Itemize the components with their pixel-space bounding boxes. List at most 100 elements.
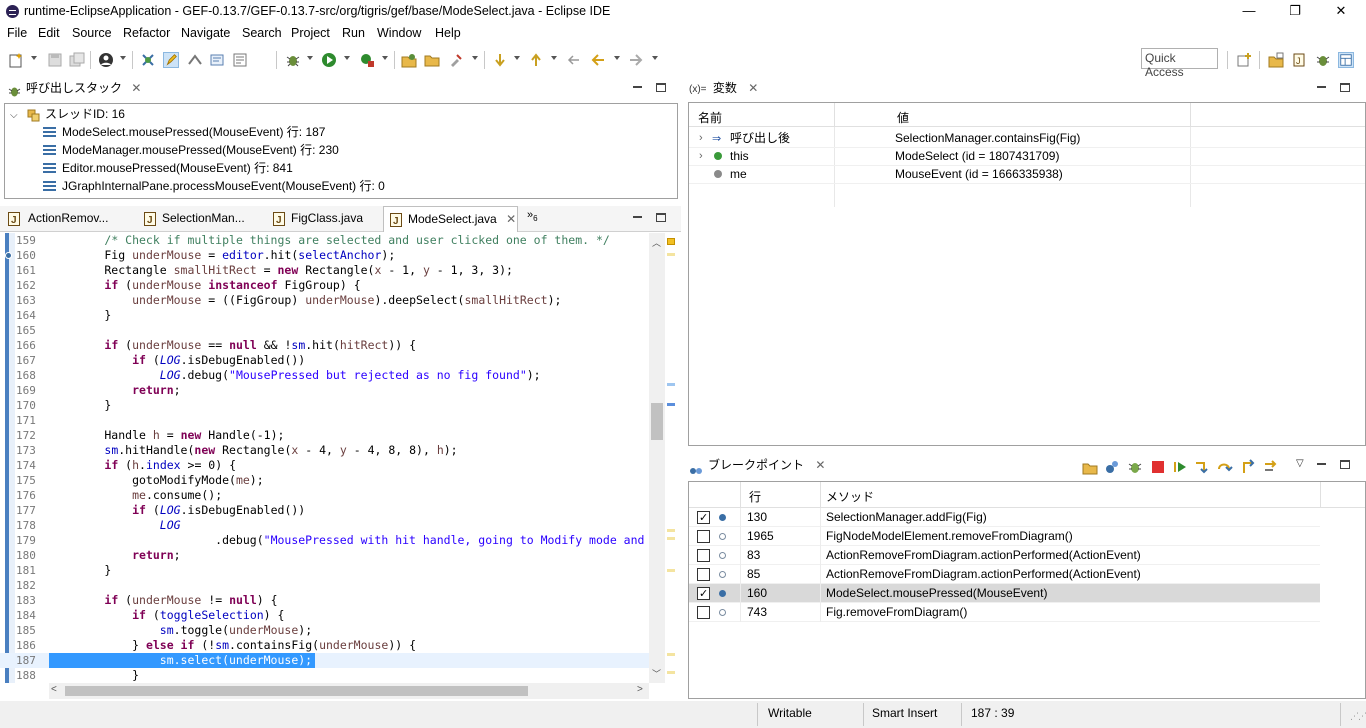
forward-icon[interactable] [628,52,644,68]
open-type-dropdown-icon[interactable] [472,56,478,60]
overview-marker[interactable] [667,383,675,386]
minimize-editor-icon[interactable] [633,216,642,218]
minimize-view-icon[interactable] [633,86,642,88]
save-icon[interactable] [47,52,63,68]
stack-frame[interactable]: Editor.mousePressed(MouseEvent) 行: 841 [43,159,293,177]
external-tools-icon[interactable] [359,52,375,68]
editor-vscrollbar[interactable]: ︿ ﹀ [649,233,665,683]
step-return-icon[interactable] [1240,459,1256,475]
breakpoint-row[interactable]: 130 SelectionManager.addFig(Fig) [689,508,1320,527]
column-line[interactable]: 行 [749,488,761,505]
close-tab-icon[interactable]: ✕ [131,81,141,95]
layout-perspective-icon[interactable] [1338,52,1354,68]
back-dropdown-icon[interactable] [614,56,620,60]
breakpoint-row[interactable]: 83 ActionRemoveFromDiagram.actionPerform… [689,546,1320,565]
resize-grip-icon[interactable]: ⋰⋰ [1350,711,1366,722]
previous-annotation-icon[interactable] [528,52,544,68]
overview-marker[interactable] [667,653,675,656]
editor-vscroll-thumb[interactable] [651,403,663,440]
show-supported-icon[interactable] [1082,459,1098,475]
overview-marker[interactable] [667,569,675,572]
restore-button[interactable]: ❐ [1272,0,1318,23]
new-package-icon[interactable] [401,52,417,68]
toggle-mark-icon[interactable] [187,52,203,68]
column-method[interactable]: メソッド [826,488,874,505]
breakpoint-checkbox[interactable] [697,509,710,527]
close-tab-icon[interactable]: ✕ [815,458,825,472]
editor-tab-active[interactable]: ModeSelect.java ✕ [383,206,518,234]
editor-hscroll-thumb[interactable] [65,686,528,696]
close-tab-icon[interactable]: ✕ [748,81,758,95]
scroll-up-icon[interactable]: ︿ [652,236,661,249]
menu-edit[interactable]: Edit [38,26,60,40]
open-type-icon[interactable] [448,52,464,68]
scroll-right-icon[interactable]: > [637,684,643,695]
terminate-icon[interactable] [1150,459,1166,475]
back-icon[interactable] [590,52,606,68]
breakpoint-checkbox[interactable] [697,530,710,543]
view-menu-icon[interactable]: ▽ [1296,458,1304,469]
new-icon[interactable] [8,52,24,68]
highlight-icon[interactable] [163,52,179,68]
callstack-tab[interactable]: 呼び出しスタック ✕ [8,76,141,100]
menu-file[interactable]: File [7,26,27,40]
open-perspective-icon[interactable] [1237,52,1253,68]
variable-row[interactable]: › ⇒ 呼び出し後 SelectionManager.containsFig(F… [689,129,1365,148]
scroll-down-icon[interactable]: ﹀ [652,667,661,680]
close-tab-icon[interactable]: ✕ [506,212,516,226]
run-dropdown-icon[interactable] [344,56,350,60]
run-icon[interactable] [321,52,337,68]
breakpoint-row[interactable]: 743 Fig.removeFromDiagram() [689,603,1320,622]
next-annotation-icon[interactable] [492,52,508,68]
step-into-icon[interactable] [1194,459,1210,475]
breakpoints-tab[interactable]: ブレークポイント ✕ [689,453,825,477]
variable-row[interactable]: me MouseEvent (id = 1666335938) [689,165,1365,184]
variables-tab[interactable]: (x)= 変数 ✕ [689,76,758,100]
next-annotation-dropdown-icon[interactable] [514,56,520,60]
code-editor[interactable]: 159 /* Check if multiple things are sele… [0,232,665,683]
menu-search[interactable]: Search [242,26,282,40]
scroll-left-icon[interactable]: < [51,684,57,695]
maximize-view-icon[interactable] [1340,83,1350,92]
menu-window[interactable]: Window [377,26,421,40]
breakpoint-row-selected[interactable]: 160 ModeSelect.mousePressed(MouseEvent) [689,584,1320,603]
stack-frame[interactable]: ModeManager.mousePressed(MouseEvent) 行: … [43,141,339,159]
maximize-editor-icon[interactable] [656,213,666,222]
drop-to-frame-icon[interactable] [1263,459,1279,475]
resume-icon[interactable] [1172,459,1188,475]
breakpoint-checkbox[interactable] [697,585,710,603]
thread-node[interactable]: ⌵ スレッドID: 16 [10,105,125,123]
save-all-icon[interactable] [69,52,85,68]
expand-chevron-icon[interactable]: ⌵ [10,110,18,121]
minimize-view-icon[interactable] [1317,86,1326,88]
menu-run[interactable]: Run [342,26,365,40]
breakpoint-row[interactable]: 1965 FigNodeModelElement.removeFromDiagr… [689,527,1320,546]
editor-tab[interactable]: SelectionMan... [138,206,266,233]
quick-access-input[interactable]: Quick Access [1141,48,1218,79]
open-folder-icon[interactable] [424,52,440,68]
minimize-view-icon[interactable] [1317,463,1326,465]
column-name[interactable]: 名前 [698,109,722,126]
variable-row[interactable]: › this ModeSelect (id = 1807431709) [689,147,1365,166]
close-button[interactable]: ✕ [1318,0,1364,23]
overview-marker[interactable] [667,671,675,674]
profile-dropdown-icon[interactable] [120,56,126,60]
overview-marker[interactable] [667,238,675,245]
expand-chevron-icon[interactable]: › [699,147,703,165]
expand-chevron-icon[interactable]: › [699,129,703,147]
debug-dropdown-icon[interactable] [307,56,313,60]
new-dropdown-icon[interactable] [31,56,37,60]
breakpoint-checkbox[interactable] [697,606,710,619]
menu-refactor[interactable]: Refactor [123,26,170,40]
editor-overflow-button[interactable]: »6 [527,209,538,223]
menu-help[interactable]: Help [435,26,461,40]
word-wrap-icon[interactable] [232,52,248,68]
skip-all-icon[interactable] [1127,459,1143,475]
menu-navigate[interactable]: Navigate [181,26,230,40]
debug-perspective-icon[interactable] [1315,52,1331,68]
overview-marker[interactable] [667,529,675,532]
debug-icon[interactable] [285,52,301,68]
forward-dropdown-icon[interactable] [652,56,658,60]
stack-frame[interactable]: JGraphInternalPane.processMouseEvent(Mou… [43,177,385,195]
menu-project[interactable]: Project [291,26,330,40]
